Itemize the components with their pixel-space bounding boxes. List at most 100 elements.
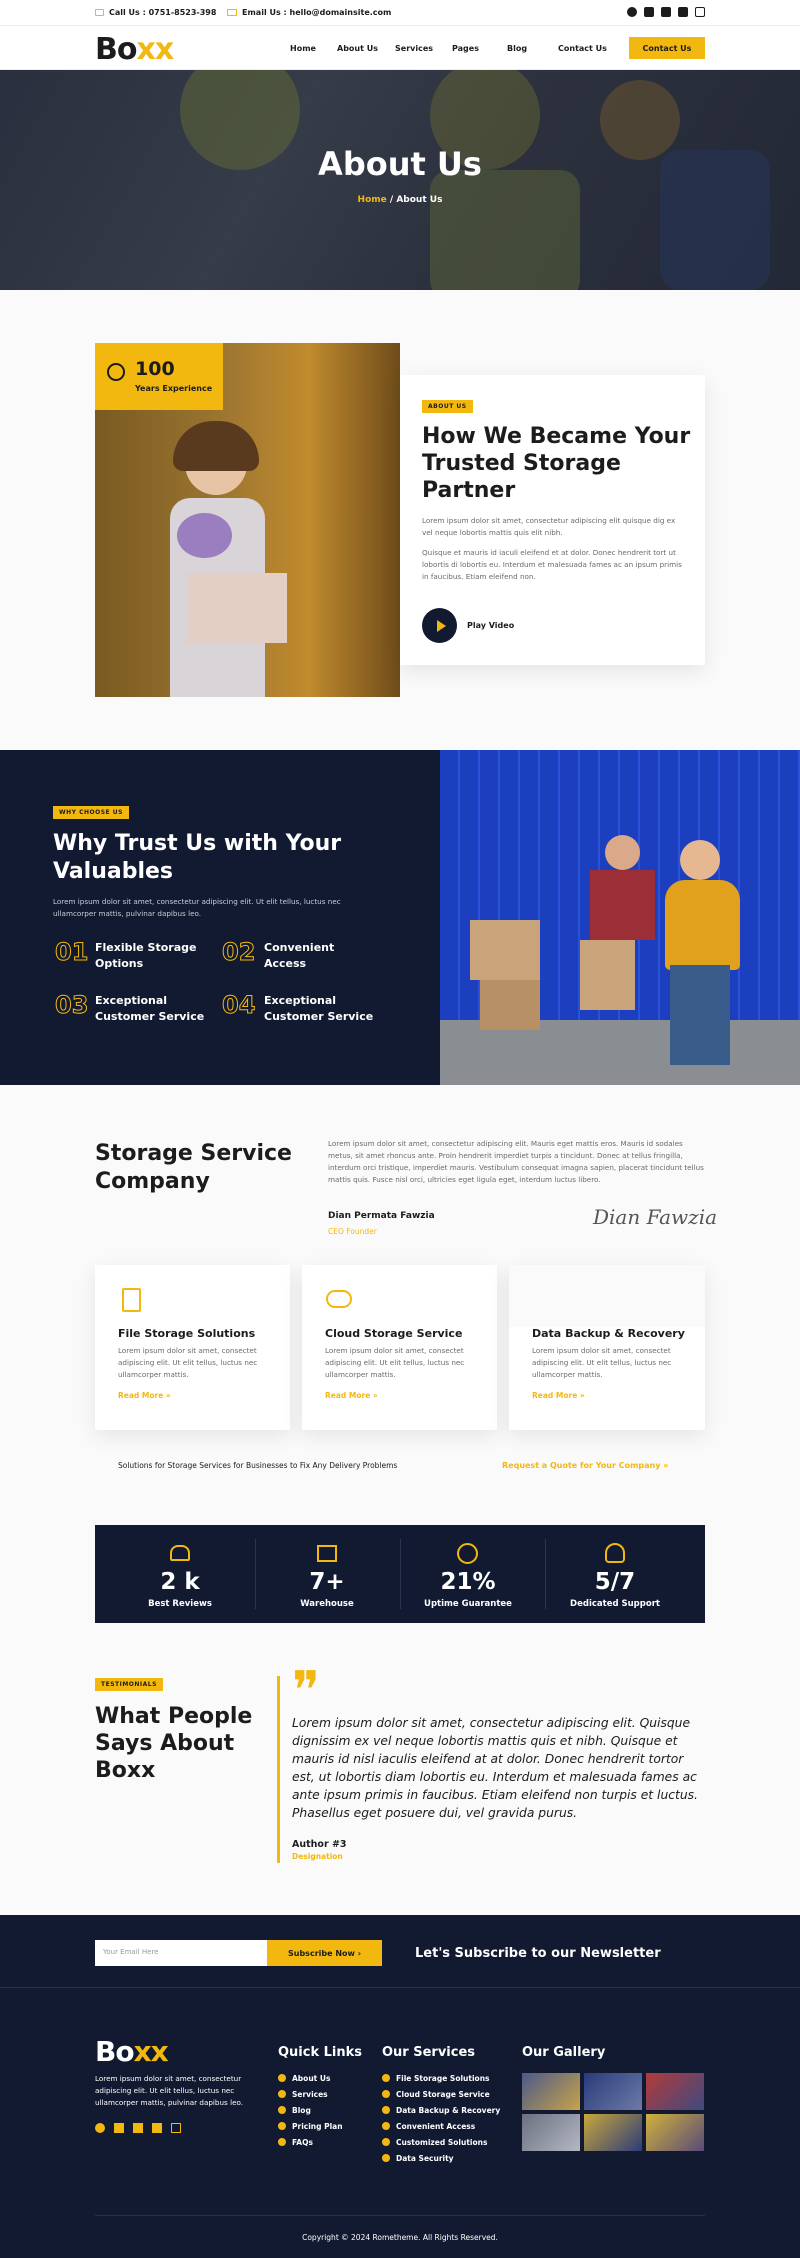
solutions-text: Solutions for Storage Services for Busin… [118,1461,398,1470]
footer-link[interactable]: Blog [278,2102,343,2118]
read-more-label: Read More [325,1391,371,1400]
nav-contact[interactable]: Contact Us [558,44,607,53]
breadcrumb-current: About Us [396,195,443,205]
feature-title: Flexible Storage Options [95,941,197,970]
testimonial-heading: What People Says About Boxx [95,1704,253,1783]
why-image [440,750,800,1085]
footer-link[interactable]: Data Backup & Recovery [382,2102,500,2118]
subscribe-button[interactable]: Subscribe Now › [267,1940,382,1966]
gallery-image[interactable] [584,2114,642,2151]
company-text: Lorem ipsum dolor sit amet, consectetur … [328,1139,704,1184]
breadcrumb-home[interactable]: Home [358,195,387,205]
service-card[interactable]: File Storage Solutions Lorem ipsum dolor… [95,1265,290,1430]
founder-signature: Dian Fawzia [593,1205,718,1229]
logo-suffix: xx [136,32,174,67]
footer: Your Email Here Subscribe Now › Let's Su… [0,1915,800,2258]
youtube-icon[interactable] [133,2123,143,2133]
footer-link[interactable]: Convenient Access [382,2118,500,2134]
testimonial-quote: Lorem ipsum dolor sit amet, consectetur … [292,1716,698,1820]
social-links [627,7,705,17]
twitter-icon[interactable] [114,2123,124,2133]
stat-number: 5/7 [594,1569,636,1595]
feature-number: 04 [221,991,256,1020]
youtube-icon[interactable] [661,7,671,17]
footer-link[interactable]: Pricing Plan [278,2118,343,2134]
gallery-image[interactable] [646,2073,704,2110]
about-section: 100 Years Experience ABOUT US How We Bec… [0,290,800,750]
footer-logo[interactable]: Boxx [95,2035,169,2068]
company-section: Storage Service Company Lorem ipsum dolo… [0,1085,800,1520]
about-text-2: Quisque et mauris id iaculi eleifend et … [422,548,682,581]
why-heading: Why Trust Us with Your Valuables [53,831,342,884]
email-info[interactable]: Email Us : hello@domainsite.com [227,8,391,17]
footer-link[interactable]: File Storage Solutions [382,2070,500,2086]
contact-button[interactable]: Contact Us [629,37,705,59]
testimonial-badge: TESTIMONIALS [95,1678,163,1691]
call-info[interactable]: Call Us : 0751-8523-398 [95,8,216,17]
instagram-icon[interactable] [695,7,705,17]
read-more-link[interactable]: Read More » [118,1391,171,1400]
instagram-icon[interactable] [171,2123,181,2133]
read-more-link[interactable]: Read More » [325,1391,378,1400]
service-card[interactable]: Data Backup & Recovery Lorem ipsum dolor… [509,1265,705,1430]
feature-number: 03 [54,991,89,1020]
gallery-title: Our Gallery [522,2045,606,2060]
nav-pages[interactable]: Pages [452,44,479,53]
gallery-image[interactable] [646,2114,704,2151]
logo-prefix: Bo [95,32,137,67]
years-badge: 100 Years Experience [95,343,223,410]
subscribe-label: Subscribe Now [288,1948,355,1958]
logo[interactable]: Boxx [95,32,174,67]
service-card[interactable]: Cloud Storage Service Lorem ipsum dolor … [302,1265,497,1430]
stat-number: 2 k [160,1569,200,1595]
newsletter-email-field[interactable]: Your Email Here [95,1940,267,1966]
stat-number: 21% [440,1569,496,1595]
company-heading: Storage Service Company [95,1141,292,1194]
nav-home[interactable]: Home [290,44,316,53]
service-text: Lorem ipsum dolor sit amet, consectet ad… [532,1346,672,1379]
cloud-icon [326,1290,352,1308]
footer-link[interactable]: Customized Solutions [382,2134,500,2150]
testimonial-designation: Designation [292,1852,343,1861]
gallery-image[interactable] [584,2073,642,2110]
warehouse-icon [317,1545,337,1562]
linkedin-icon[interactable] [678,7,688,17]
footer-link[interactable]: Cloud Storage Service [382,2086,500,2102]
gallery-image[interactable] [522,2114,580,2151]
footer-link[interactable]: FAQs [278,2134,343,2150]
feature-number: 02 [221,938,256,967]
read-more-label: Read More [118,1391,164,1400]
copyright: Copyright © 2024 Rometheme. All Rights R… [302,2233,498,2242]
facebook-icon[interactable] [627,7,637,17]
main-header: Boxx Home About Us Services Pages Blog C… [0,26,800,70]
award-icon [107,363,125,381]
feature-title: Convenient Access [264,941,335,970]
nav-blog[interactable]: Blog [507,44,527,53]
footer-link[interactable]: Services [278,2086,343,2102]
years-label: Years Experience [135,384,213,393]
our-services-title: Our Services [382,2045,476,2060]
play-video-button[interactable]: Play Video [422,608,514,643]
facebook-icon[interactable] [95,2123,105,2133]
stat-number: 7+ [309,1569,345,1595]
about-heading: How We Became Your Trusted Storage Partn… [422,424,691,503]
play-icon [422,608,457,643]
stat-label: Warehouse [300,1599,354,1609]
logo-suffix: xx [133,2035,169,2068]
testimonial-section: TESTIMONIALS What People Says About Boxx… [0,1623,800,1915]
read-more-link[interactable]: Read More » [532,1391,585,1400]
twitter-icon[interactable] [644,7,654,17]
service-text: Lorem ipsum dolor sit amet, consectet ad… [325,1346,465,1379]
footer-link[interactable]: Data Security [382,2150,500,2166]
read-more-label: Read More [532,1391,578,1400]
footer-link[interactable]: About Us [278,2070,343,2086]
gallery-grid [522,2073,705,2151]
linkedin-icon[interactable] [152,2123,162,2133]
nav-about[interactable]: About Us [337,44,378,53]
page-title: About Us [318,145,482,183]
gallery-image[interactable] [522,2073,580,2110]
request-quote-link[interactable]: Request a Quote for Your Company » [502,1461,668,1470]
about-text-1: Lorem ipsum dolor sit amet, consectetur … [422,516,676,537]
nav-services[interactable]: Services [395,44,433,53]
why-section: WHY CHOOSE US Why Trust Us with Your Val… [0,750,800,1085]
